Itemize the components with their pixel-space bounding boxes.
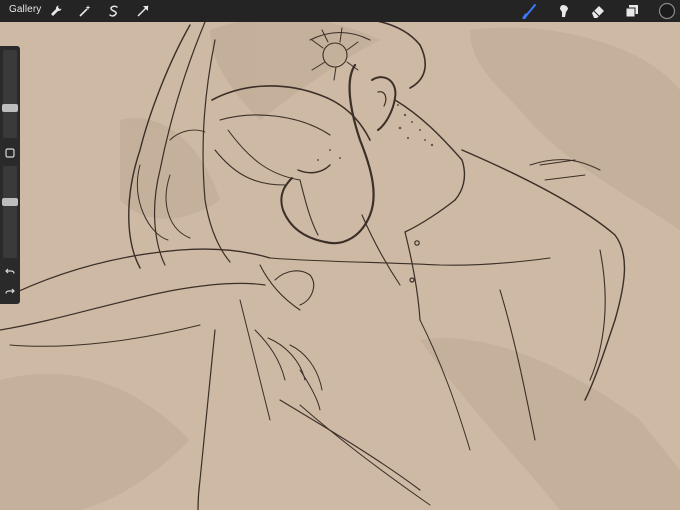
wrench-icon[interactable]: [47, 2, 65, 20]
eraser-icon[interactable]: [589, 2, 607, 20]
selection-icon[interactable]: [105, 2, 123, 20]
smudge-icon[interactable]: [555, 2, 573, 20]
brush-size-slider[interactable]: [2, 50, 18, 138]
left-sidebar: [0, 46, 20, 304]
color-picker-icon[interactable]: [658, 2, 676, 20]
brush-size-thumb[interactable]: [2, 104, 18, 113]
drawing-canvas[interactable]: [0, 0, 680, 510]
modify-square-icon[interactable]: [3, 146, 17, 160]
layers-icon[interactable]: [623, 2, 641, 20]
magic-wand-icon[interactable]: [76, 2, 94, 20]
opacity-thumb[interactable]: [2, 197, 18, 206]
top-toolbar: Gallery: [0, 0, 680, 22]
brush-icon[interactable]: [521, 2, 539, 20]
opacity-slider[interactable]: [2, 166, 18, 258]
gallery-button[interactable]: Gallery: [9, 4, 41, 15]
transform-icon[interactable]: [134, 2, 152, 20]
redo-icon[interactable]: [3, 284, 17, 298]
undo-icon[interactable]: [3, 264, 17, 278]
